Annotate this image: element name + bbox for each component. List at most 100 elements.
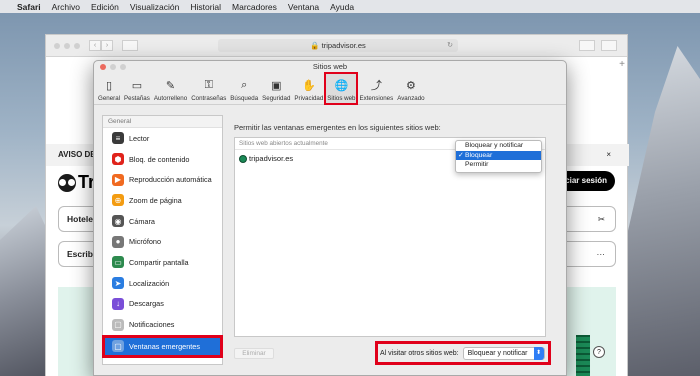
toolbar-right-buttons: [579, 40, 617, 51]
window-controls: [54, 43, 80, 49]
tab-seguridad[interactable]: ▣ Seguridad: [260, 73, 292, 104]
forward-button[interactable]: ›: [101, 40, 113, 51]
menu-ventana[interactable]: Ventana: [288, 2, 319, 12]
new-tab-icon[interactable]: +: [619, 59, 625, 70]
close-window-button[interactable]: [54, 43, 60, 49]
other-sites-select[interactable]: Bloquear y notificar ⬍: [462, 346, 545, 360]
tab-general[interactable]: ▯ General: [96, 73, 122, 104]
tab-label: Autorrelleno: [153, 95, 188, 102]
menu-visualizacion[interactable]: Visualización: [130, 2, 179, 12]
preferences-window: Sitios web ▯ General ▭ Pestañas ✎ Autorr…: [93, 60, 567, 376]
sidebar-item-label: Notificaciones: [129, 320, 175, 330]
preferences-title: Sitios web: [312, 62, 348, 71]
menu-ayuda[interactable]: Ayuda: [330, 2, 354, 12]
sidebar-item-label: Localización: [129, 278, 170, 288]
sidebar-item-notificaciones[interactable]: ▢ Notificaciones: [103, 314, 222, 335]
sidebar-item-zoom[interactable]: ⊕ Zoom de página: [103, 190, 222, 211]
hotel-search-label: Hotele: [67, 214, 93, 224]
sidebar-header: General: [103, 116, 222, 128]
sidebar-item-bloq-contenido[interactable]: ⬢ Bloq. de contenido: [103, 149, 222, 170]
lock-icon: ▣: [271, 79, 282, 92]
menu-archivo[interactable]: Archivo: [52, 2, 80, 12]
sidebar-item-microfono[interactable]: ● Micrófono: [103, 231, 222, 252]
mountain-right: [625, 46, 700, 376]
back-button[interactable]: ‹: [89, 40, 101, 51]
preferences-titlebar: Sitios web: [94, 61, 566, 73]
gear-icon: ⚙: [405, 79, 416, 92]
camera-icon: ◉: [112, 215, 124, 228]
address-bar[interactable]: 🔒 tripadvisor.es ↻: [218, 39, 458, 52]
remove-button[interactable]: Eliminar: [234, 348, 274, 359]
site-policy-dropdown[interactable]: Bloquear y notificar ✓ Bloquear Permitir: [455, 140, 542, 173]
option-bloquear-notificar[interactable]: Bloquear y notificar: [456, 141, 541, 151]
sidebar-toggle-button[interactable]: [122, 40, 138, 51]
sidebar-item-label: Cámara: [129, 216, 155, 226]
other-sites-value: Bloquear y notificar: [467, 349, 528, 357]
select-arrow-icon: ⬍: [533, 346, 544, 360]
safari-toolbar: ‹ › 🔒 tripadvisor.es ↻: [46, 35, 627, 57]
notification-icon: ▢: [112, 318, 124, 331]
panel-description: Permitir las ventanas emergentes en los …: [234, 123, 441, 132]
minimize-window-button[interactable]: [64, 43, 70, 49]
websites-sidebar: General ≡ Lector ⬢ Bloq. de contenido ▶ …: [102, 115, 223, 365]
tab-autorrelleno[interactable]: ✎ Autorrelleno: [152, 73, 189, 104]
sidebar-item-label: Compartir pantalla: [129, 257, 189, 267]
tab-label: Pestañas: [124, 95, 150, 102]
sidebar-item-ventanas-emergentes[interactable]: ▢ Ventanas emergentes: [102, 334, 223, 358]
notice-text: AVISO DE: [58, 150, 96, 159]
other-sites-setting: Al visitar otros sitios web: Bloquear y …: [375, 341, 551, 365]
url-text: tripadvisor.es: [321, 41, 366, 50]
tripadvisor-favicon: [239, 154, 247, 163]
sidebar-item-camara[interactable]: ◉ Cámara: [103, 211, 222, 232]
close-icon[interactable]: ×: [606, 144, 611, 166]
help-icon[interactable]: ?: [593, 346, 605, 358]
menu-edicion[interactable]: Edición: [91, 2, 119, 12]
tab-avanzado[interactable]: ⚙ Avanzado: [395, 73, 426, 104]
more-icon: ···: [596, 249, 606, 259]
option-permitir[interactable]: Permitir: [456, 160, 541, 170]
preferences-body: General ≡ Lector ⬢ Bloq. de contenido ▶ …: [100, 115, 560, 375]
tab-label: Privacidad: [294, 95, 324, 102]
tab-label: Contraseñas: [191, 95, 227, 102]
option-label: Bloquear: [465, 151, 493, 159]
puzzle-icon: ⤴: [370, 80, 382, 92]
tab-extensiones[interactable]: ⤴ Extensiones: [357, 73, 395, 104]
microphone-icon: ●: [112, 235, 124, 248]
menu-safari[interactable]: Safari: [17, 2, 41, 12]
zoom-window-button[interactable]: [74, 43, 80, 49]
close-preferences-button[interactable]: [100, 64, 106, 70]
popup-window-icon: ▢: [112, 340, 124, 353]
tab-label: Seguridad: [262, 95, 291, 102]
tab-sitios-web[interactable]: 🌐 Sitios web: [324, 72, 359, 105]
preferences-toolbar: ▯ General ▭ Pestañas ✎ Autorrelleno ⚿ Co…: [94, 72, 566, 105]
magnifier-icon: ⌕: [241, 78, 248, 91]
sidebar-item-compartir-pantalla[interactable]: ▭ Compartir pantalla: [103, 252, 222, 273]
tab-pestanas[interactable]: ▭ Pestañas: [122, 73, 152, 104]
reader-icon: ≡: [112, 132, 124, 145]
menu-historial[interactable]: Historial: [190, 2, 221, 12]
tabs-overview-button[interactable]: [601, 40, 617, 51]
sidebar-item-reproduccion[interactable]: ▶ Reproducción automática: [103, 169, 222, 190]
sidebar-item-lector[interactable]: ≡ Lector: [103, 128, 222, 149]
sidebar-item-descargas[interactable]: ↓ Descargas: [103, 294, 222, 315]
globe-icon: 🌐: [334, 79, 349, 92]
sites-list: Sitios web abiertos actualmente tripadvi…: [234, 137, 546, 337]
tab-label: Búsqueda: [230, 95, 259, 102]
menu-marcadores[interactable]: Marcadores: [232, 2, 277, 12]
sidebar-item-label: Ventanas emergentes: [129, 341, 200, 351]
minimize-preferences-button: [110, 64, 116, 70]
share-button[interactable]: [579, 40, 595, 51]
zoom-icon: ⊕: [112, 194, 124, 207]
reload-icon[interactable]: ↻: [447, 39, 453, 52]
tab-contrasenas[interactable]: ⚿ Contraseñas: [189, 73, 228, 104]
sidebar-item-localizacion[interactable]: ➤ Localización: [103, 273, 222, 294]
option-bloquear[interactable]: ✓ Bloquear: [456, 150, 541, 160]
site-name: tripadvisor.es: [249, 154, 294, 163]
stop-icon: ⬢: [112, 153, 124, 166]
play-icon: ▶: [112, 173, 124, 186]
general-icon: ▯: [105, 79, 113, 92]
tab-privacidad[interactable]: ✋ Privacidad: [292, 73, 325, 104]
tab-label: Extensiones: [359, 95, 394, 102]
tab-label: General: [98, 95, 121, 102]
tab-busqueda[interactable]: ⌕ Búsqueda: [228, 73, 260, 104]
